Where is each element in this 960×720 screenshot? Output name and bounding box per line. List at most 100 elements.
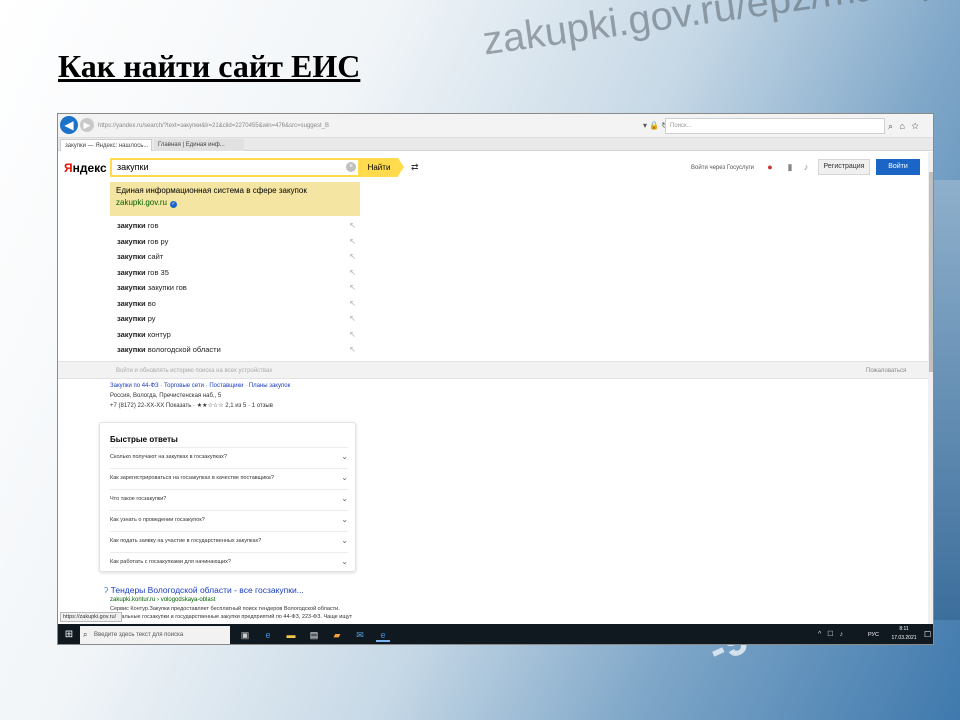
search-input[interactable]: закупки (110, 158, 360, 177)
insert-arrow-icon[interactable]: ↖ (349, 311, 356, 326)
quick-answers-title: Быстрые ответы (110, 435, 178, 444)
verified-icon: ✓ (170, 201, 177, 208)
insert-arrow-icon[interactable]: ↖ (349, 218, 356, 233)
search-icon: ⌕ (83, 630, 88, 639)
filter-icon[interactable]: ⇄ (411, 161, 425, 173)
suggest-fact-item[interactable]: Единая информационная система в сфере за… (110, 182, 360, 216)
suggest-bold: закупки (117, 329, 146, 339)
quick-answer-label: Сколько получают на закупках в госзакупк… (110, 454, 227, 460)
suggest-bold: закупки (117, 221, 146, 230)
chevron-down-icon: ⌄ (341, 515, 348, 524)
complain-link[interactable]: Пожаловаться (866, 365, 931, 377)
suggest-fact-title: Единая информационная система в сфере за… (116, 186, 307, 195)
taskbar-clock[interactable]: 8:11 17.03.2021 (884, 625, 924, 644)
quick-answer-label: Как узнать о проведении госзакупок? (110, 517, 205, 523)
suggest-rest: закупки гов (145, 283, 187, 292)
slide-title: Как найти сайт ЕИС (58, 48, 361, 84)
language-indicator[interactable]: РУС (868, 630, 882, 640)
result-title-text: Тендеры Вологодской области - все госзак… (110, 585, 304, 595)
quick-answer-item[interactable]: Как узнать о проведении госзакупок? ⌄ (110, 510, 348, 528)
suggest-item[interactable]: закупки гов 35 ↖ (110, 265, 360, 280)
gosuslugi-login-link[interactable]: Войти через Госуслуги (691, 162, 754, 174)
suggest-rest: гов 35 (145, 267, 169, 277)
insert-arrow-icon[interactable]: ↖ (349, 265, 356, 280)
quick-answer-label: Как подать заявку на участие в государст… (110, 538, 262, 544)
internet-explorer-icon[interactable]: e (376, 628, 390, 642)
scrollbar-thumb[interactable] (929, 172, 933, 372)
back-icon[interactable]: ◀ (60, 116, 78, 134)
taskbar-search-input[interactable]: ⌕ Введите здесь текст для поиска (80, 626, 230, 644)
search-suggest-dropdown: Единая информационная система в сфере за… (110, 182, 360, 360)
task-view-icon[interactable]: ▣ (238, 628, 252, 642)
register-button[interactable]: Регистрация (818, 159, 870, 175)
mail-icon[interactable]: ✉ (353, 628, 367, 642)
suggest-item[interactable]: закупки гов ↖ (110, 218, 360, 233)
suggest-rest: гов ру (145, 236, 169, 246)
suggest-item[interactable]: закупки контур ↖ (110, 327, 360, 342)
quick-answer-item[interactable]: Как подать заявку на участие в государст… (110, 531, 348, 549)
insert-arrow-icon[interactable]: ↖ (349, 249, 356, 264)
background-url-text: zakupki.gov.ru/epz/main/public/home.html (480, 0, 960, 129)
toolbar-icons[interactable]: ⌕ ⌂ ☆ ⚙ (888, 118, 933, 147)
insert-arrow-icon[interactable]: ↖ (349, 280, 356, 295)
tab-yandex-search[interactable]: закупки — Яндекс: нашлось... (60, 139, 152, 151)
suggest-item[interactable]: закупки закупки гов ↖ (110, 280, 360, 295)
suggest-item[interactable]: закупки вологодской области ↖ (110, 342, 360, 357)
address-input[interactable]: https://yandex.ru/search/?text=закупки&l… (98, 118, 658, 134)
quick-answers-card: Быстрые ответы Сколько получают на закуп… (99, 422, 356, 572)
suggest-rest: гов (145, 221, 159, 230)
page-scrollbar[interactable] (928, 152, 933, 624)
suggest-item[interactable]: закупки во ↖ (110, 296, 360, 311)
browser-tab-strip: закупки — Яндекс: нашлось... Главная | Е… (58, 138, 933, 151)
suggest-bold: закупки (117, 314, 146, 323)
chevron-down-icon: ⌄ (341, 473, 348, 482)
suggest-rest: вологодской области (145, 345, 221, 354)
file-explorer-icon[interactable]: ▬ (284, 628, 298, 642)
quick-answer-item[interactable]: Как зарегистрироваться на госзакупках в … (110, 468, 348, 486)
login-button[interactable]: Войти (876, 159, 920, 175)
quick-answer-item[interactable]: Как работать с госзакупками для начинающ… (110, 552, 348, 570)
quick-answer-label: Как работать с госзакупками для начинающ… (110, 559, 231, 565)
clock-date: 17.03.2021 (891, 635, 917, 641)
windows-start-icon[interactable]: ⊞ (62, 628, 76, 642)
bell-icon[interactable]: ♪ (800, 161, 812, 173)
suggest-footer: Войти и обновлять историю поиска на всех… (58, 361, 933, 379)
result-sitelinks[interactable]: Закупки по 44-ФЗ · Торговые сети · Поста… (110, 381, 370, 391)
suggest-item[interactable]: закупки гов ру ↖ (110, 234, 360, 249)
insert-arrow-icon[interactable]: ↖ (349, 296, 356, 311)
insert-arrow-icon[interactable]: ↖ (349, 234, 356, 249)
tab-eis-home[interactable]: Главная | Единая инф... (154, 139, 244, 151)
insert-arrow-icon[interactable]: ↖ (349, 327, 356, 342)
quick-answer-item[interactable]: Сколько получают на закупках в госзакупк… (110, 447, 348, 465)
result-url[interactable]: zakupki.kontur.ru › vologodskaya-oblast (110, 595, 370, 605)
folder-icon[interactable]: ▰ (330, 628, 344, 642)
find-button[interactable]: Найти (360, 158, 398, 177)
suggest-rest: контур (145, 329, 171, 339)
clear-icon[interactable]: × (346, 162, 356, 172)
suggest-rest: во (145, 298, 156, 308)
find-button-arrow (398, 158, 404, 176)
suggest-bold: закупки (117, 252, 146, 261)
suggest-item[interactable]: закупки сайт ↖ (110, 249, 360, 264)
notifications-icon[interactable]: ☐ (924, 629, 933, 641)
chevron-down-icon: ⌄ (341, 536, 348, 545)
quick-answer-label: Что такое госзакупки? (110, 496, 167, 502)
yandex-logo[interactable]: Яндекс (64, 160, 110, 176)
bookmark-icon[interactable]: ▮ (784, 161, 796, 173)
suggest-bold: закупки (117, 267, 146, 277)
quick-answer-item[interactable]: Что такое госзакупки? ⌄ (110, 489, 348, 507)
logo-rest: ндекс (72, 161, 107, 175)
browser-search-input[interactable]: Поиск... (665, 118, 885, 134)
gosuslugi-icon[interactable]: ● (764, 161, 776, 173)
forward-icon[interactable]: ▶ (80, 118, 94, 132)
edge-icon[interactable]: e (261, 628, 275, 642)
result-address: Россия, Вологда, Пречистенская наб., 5 (110, 393, 222, 399)
insert-arrow-icon[interactable]: ↖ (349, 342, 356, 357)
store-icon[interactable]: ▤ (307, 628, 321, 642)
yandex-header: Яндекс закупки × Найти ⇄ Войти через Гос… (58, 152, 933, 182)
suggest-fact-url: zakupki.gov.ru ✓ (116, 197, 354, 209)
sync-history-link[interactable]: Войти и обновлять историю поиска на всех… (116, 365, 376, 377)
windows-taskbar: ⊞ ⌕ Введите здесь текст для поиска ▣ e ▬ … (58, 624, 933, 644)
suggest-item[interactable]: закупки ру ↖ (110, 311, 360, 326)
chevron-down-icon: ⌄ (341, 452, 348, 461)
